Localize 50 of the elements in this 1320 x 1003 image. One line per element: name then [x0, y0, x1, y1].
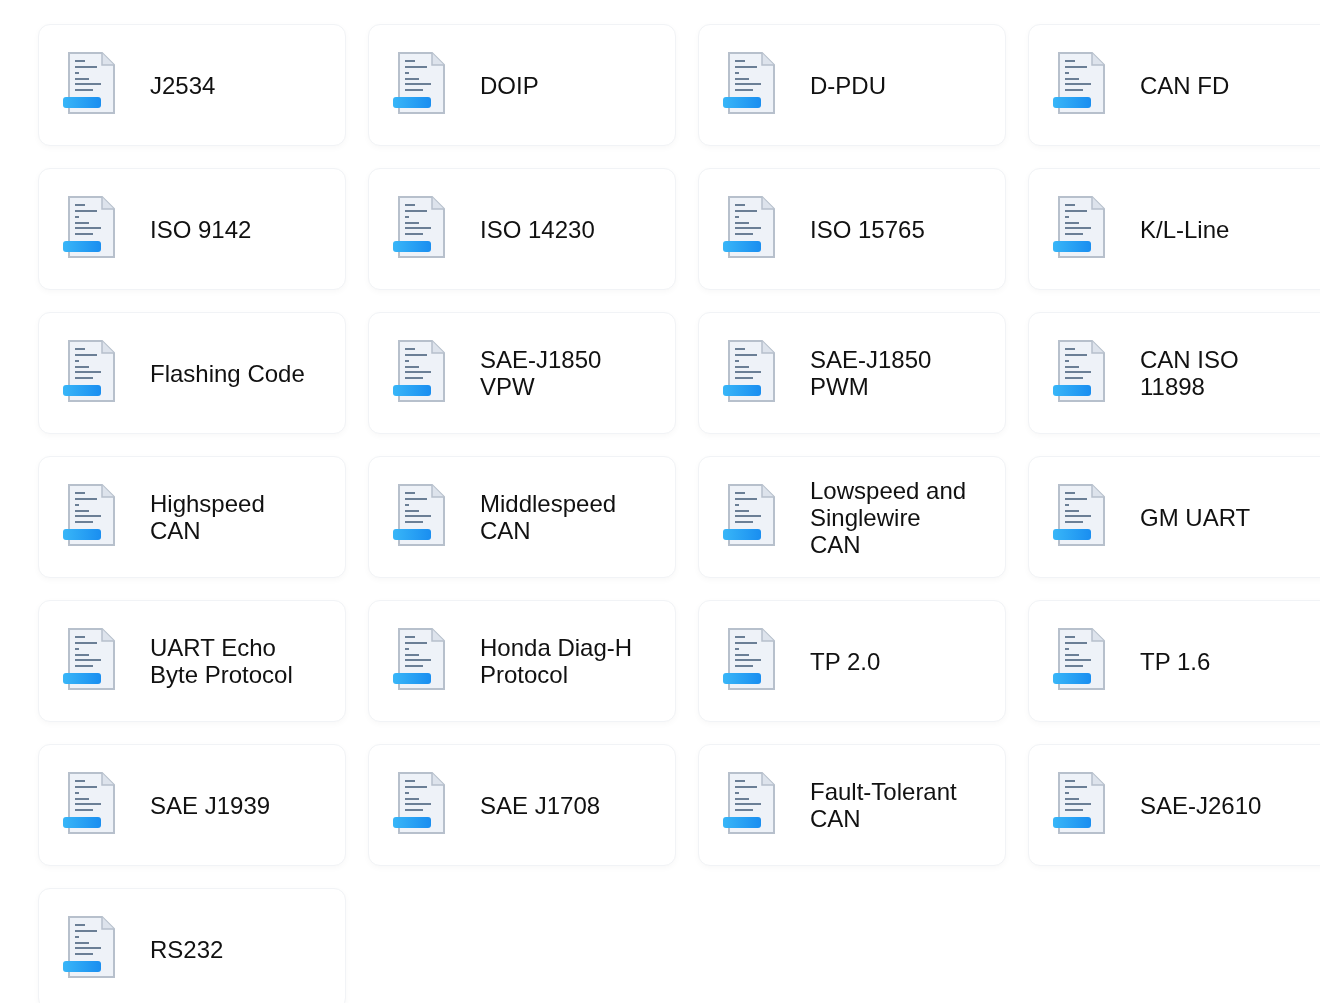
protocol-card[interactable]: SAE-J1850 PWM	[698, 312, 1006, 434]
protocol-label: GM UART	[1140, 503, 1251, 531]
protocol-label: Flashing Code	[150, 359, 305, 387]
protocol-card[interactable]: ISO 14230	[368, 168, 676, 290]
protocol-label: SAE J1939	[150, 791, 271, 819]
protocol-label: Middlespeed CAN	[480, 490, 617, 544]
protocol-label: SAE-J2610	[1140, 791, 1262, 819]
protocol-card[interactable]: Honda Diag-H Protocol	[368, 600, 676, 722]
protocol-card[interactable]: DOIP	[368, 24, 676, 146]
protocol-label: CAN ISO 11898	[1140, 346, 1239, 400]
protocol-label: DOIP	[480, 71, 539, 99]
protocol-label: TP 2.0	[810, 647, 881, 675]
protocol-card[interactable]: K/L-Line	[1028, 168, 1320, 290]
protocol-card[interactable]: ISO 15765	[698, 168, 1006, 290]
protocol-card[interactable]: SAE J1939	[38, 744, 346, 866]
protocol-label: ISO 15765	[810, 215, 925, 243]
protocol-card[interactable]: SAE-J1850 VPW	[368, 312, 676, 434]
protocol-label: Highspeed CAN	[150, 490, 265, 544]
protocol-label: SAE-J1850 PWM	[810, 346, 932, 400]
protocol-card[interactable]: GM UART	[1028, 456, 1320, 578]
protocol-label: ISO 9142	[150, 215, 252, 243]
protocol-label: SAE-J1850 VPW	[480, 346, 602, 400]
protocol-card[interactable]: SAE-J2610	[1028, 744, 1320, 866]
protocol-card[interactable]: TP 2.0	[698, 600, 1006, 722]
protocol-card[interactable]: Highspeed CAN	[38, 456, 346, 578]
protocol-card[interactable]: Lowspeed and Singlewire CAN	[698, 456, 1006, 578]
protocol-card[interactable]: CAN ISO 11898	[1028, 312, 1320, 434]
protocol-label: ISO 14230	[480, 215, 595, 243]
protocol-label: Fault-Tolerant CAN	[810, 778, 957, 832]
protocol-label: D-PDU	[810, 71, 886, 99]
protocol-card[interactable]: UART Echo Byte Protocol	[38, 600, 346, 722]
protocol-label: TP 1.6	[1140, 647, 1211, 675]
protocol-card[interactable]: Flashing Code	[38, 312, 346, 434]
protocol-card[interactable]: Middlespeed CAN	[368, 456, 676, 578]
protocol-label: SAE J1708	[480, 791, 601, 819]
protocol-card[interactable]: TP 1.6	[1028, 600, 1320, 722]
protocol-label: RS232	[150, 935, 224, 963]
protocol-label: UART Echo Byte Protocol	[150, 634, 293, 688]
protocol-label: Honda Diag-H Protocol	[480, 634, 633, 688]
protocol-label: CAN FD	[1140, 71, 1230, 99]
protocol-card[interactable]: Fault-Tolerant CAN	[698, 744, 1006, 866]
protocol-card[interactable]: D-PDU	[698, 24, 1006, 146]
protocol-card[interactable]: RS232	[38, 888, 346, 1003]
protocol-label: J2534	[150, 71, 216, 99]
protocol-card[interactable]: CAN FD	[1028, 24, 1320, 146]
protocol-label: Lowspeed and Singlewire CAN	[810, 476, 967, 558]
protocol-card[interactable]: ISO 9142	[38, 168, 346, 290]
protocol-card[interactable]: SAE J1708	[368, 744, 676, 866]
protocol-card[interactable]: J2534	[38, 24, 346, 146]
protocol-label: K/L-Line	[1140, 215, 1230, 243]
